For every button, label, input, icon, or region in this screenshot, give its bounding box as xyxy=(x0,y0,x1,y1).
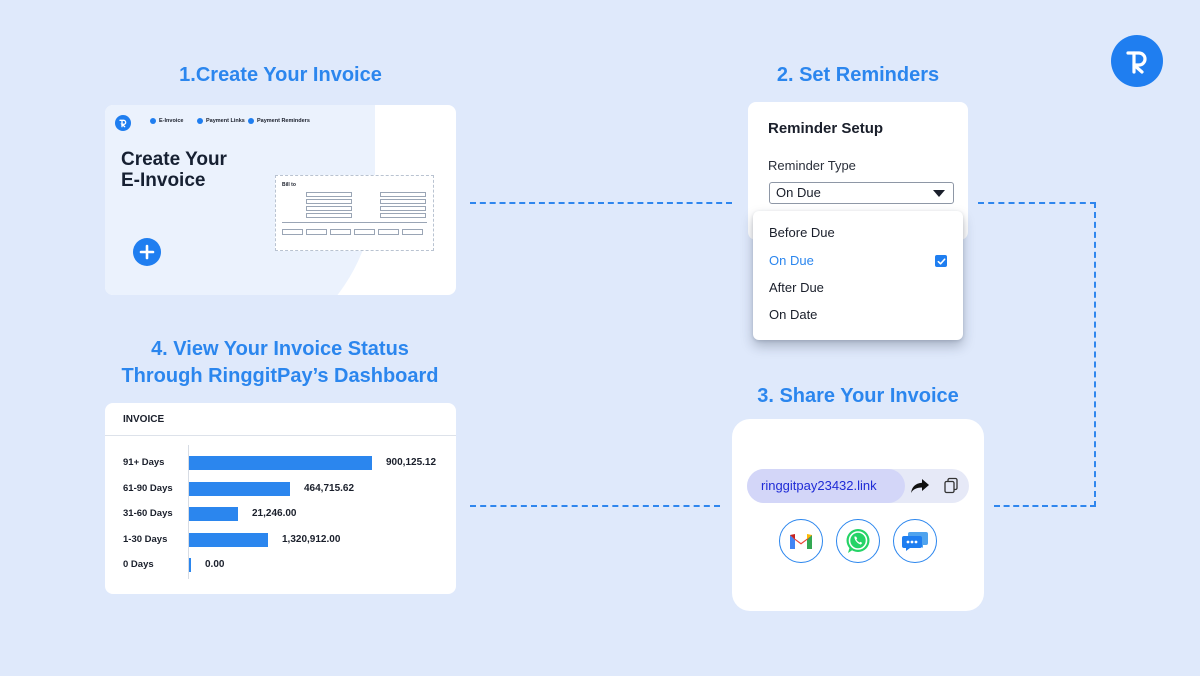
option-on-due[interactable]: On Due xyxy=(769,253,814,268)
whatsapp-icon xyxy=(846,529,870,553)
reminder-type-value: On Due xyxy=(776,185,821,200)
reminder-setup-title: Reminder Setup xyxy=(768,120,884,137)
nav-dot-icon xyxy=(248,118,254,124)
bar-31-60-days[interactable] xyxy=(189,507,238,521)
nav-dot-icon xyxy=(197,118,203,124)
reminder-type-dropdown: Before Due On Due After Due On Date xyxy=(753,211,963,340)
bar-61-90-days[interactable] xyxy=(189,481,290,496)
mini-logo-icon xyxy=(115,115,131,131)
create-einvoice-heading: Create Your E-Invoice xyxy=(121,149,227,191)
nav-dot-icon xyxy=(150,118,156,124)
dashboard-header: INVOICE xyxy=(105,403,456,436)
nav-e-invoice[interactable]: E-Invoice xyxy=(150,118,183,124)
share-link-bar: ringgitpay23432.link xyxy=(747,469,969,503)
nav-payment-links[interactable]: Payment Links xyxy=(197,118,245,124)
connector-2-3-top xyxy=(978,202,1096,204)
bar-value-label: 900,125.12 xyxy=(386,457,437,468)
ringgitpay-logo xyxy=(1111,35,1163,87)
share-invoice-card: ringgitpay23432.link xyxy=(732,419,984,611)
step-2-title: 2. Set Reminders xyxy=(776,64,940,86)
gmail-icon xyxy=(790,534,812,549)
share-whatsapp-button[interactable] xyxy=(836,519,880,563)
bar-category-label: 61-90 Days xyxy=(123,482,173,494)
bill-to-label: Bill to xyxy=(282,182,296,188)
bar-category-label: 91+ Days xyxy=(123,457,165,468)
bar-91-days[interactable] xyxy=(189,456,372,470)
bar-value-label: 0.00 xyxy=(205,559,225,570)
sms-icon xyxy=(902,532,928,551)
share-sms-button[interactable] xyxy=(893,519,937,563)
add-invoice-button[interactable] xyxy=(133,238,161,266)
nav-payment-reminders[interactable]: Payment Reminders xyxy=(248,118,310,124)
reminder-type-label: Reminder Type xyxy=(768,158,856,173)
copy-icon[interactable] xyxy=(943,477,959,500)
share-gmail-button[interactable] xyxy=(779,519,823,563)
bar-value-label: 1,320,912.00 xyxy=(282,533,341,545)
create-invoice-card: E-Invoice Payment Links Payment Reminder… xyxy=(105,105,456,295)
step-4-title: 4. View Your Invoice Status Through Ring… xyxy=(90,336,470,390)
share-arrow-icon[interactable] xyxy=(909,477,931,500)
option-before-due[interactable]: Before Due xyxy=(769,225,835,240)
bar-category-label: 0 Days xyxy=(123,559,154,570)
bar-category-label: 31-60 Days xyxy=(123,508,173,519)
checkmark-icon xyxy=(935,255,947,267)
step-3-title: 3. Share Your Invoice xyxy=(757,385,959,407)
invoice-form-preview: Bill to xyxy=(275,175,434,251)
bar-category-label: 1-30 Days xyxy=(123,533,168,545)
ringgitpay-logo-icon xyxy=(1126,51,1147,74)
step-4-title-line2: Through RinggitPay’s Dashboard xyxy=(121,365,439,387)
step-1-title: 1.Create Your Invoice xyxy=(179,64,382,86)
caret-down-icon xyxy=(933,190,945,197)
plus-icon xyxy=(139,244,155,260)
bar-value-label: 464,715.62 xyxy=(304,482,355,494)
connector-2-3-side xyxy=(1094,202,1096,507)
payment-link[interactable]: ringgitpay23432.link xyxy=(747,469,905,503)
connector-3-4 xyxy=(470,505,720,507)
bar-1-30-days[interactable] xyxy=(189,532,268,547)
invoice-dashboard-card: INVOICE 91+ Days 900,125.12 61-90 Days 464,… xyxy=(105,403,456,594)
reminder-type-select[interactable]: On Due xyxy=(769,182,954,204)
bar-0-days[interactable] xyxy=(189,558,191,572)
option-on-date[interactable]: On Date xyxy=(769,307,817,322)
connector-2-3-bottom xyxy=(994,505,1096,507)
bar-value-label: 21,246.00 xyxy=(252,508,297,519)
step-4-title-line1: 4. View Your Invoice Status xyxy=(151,338,409,360)
connector-1-2 xyxy=(470,202,732,204)
option-after-due[interactable]: After Due xyxy=(769,280,824,295)
